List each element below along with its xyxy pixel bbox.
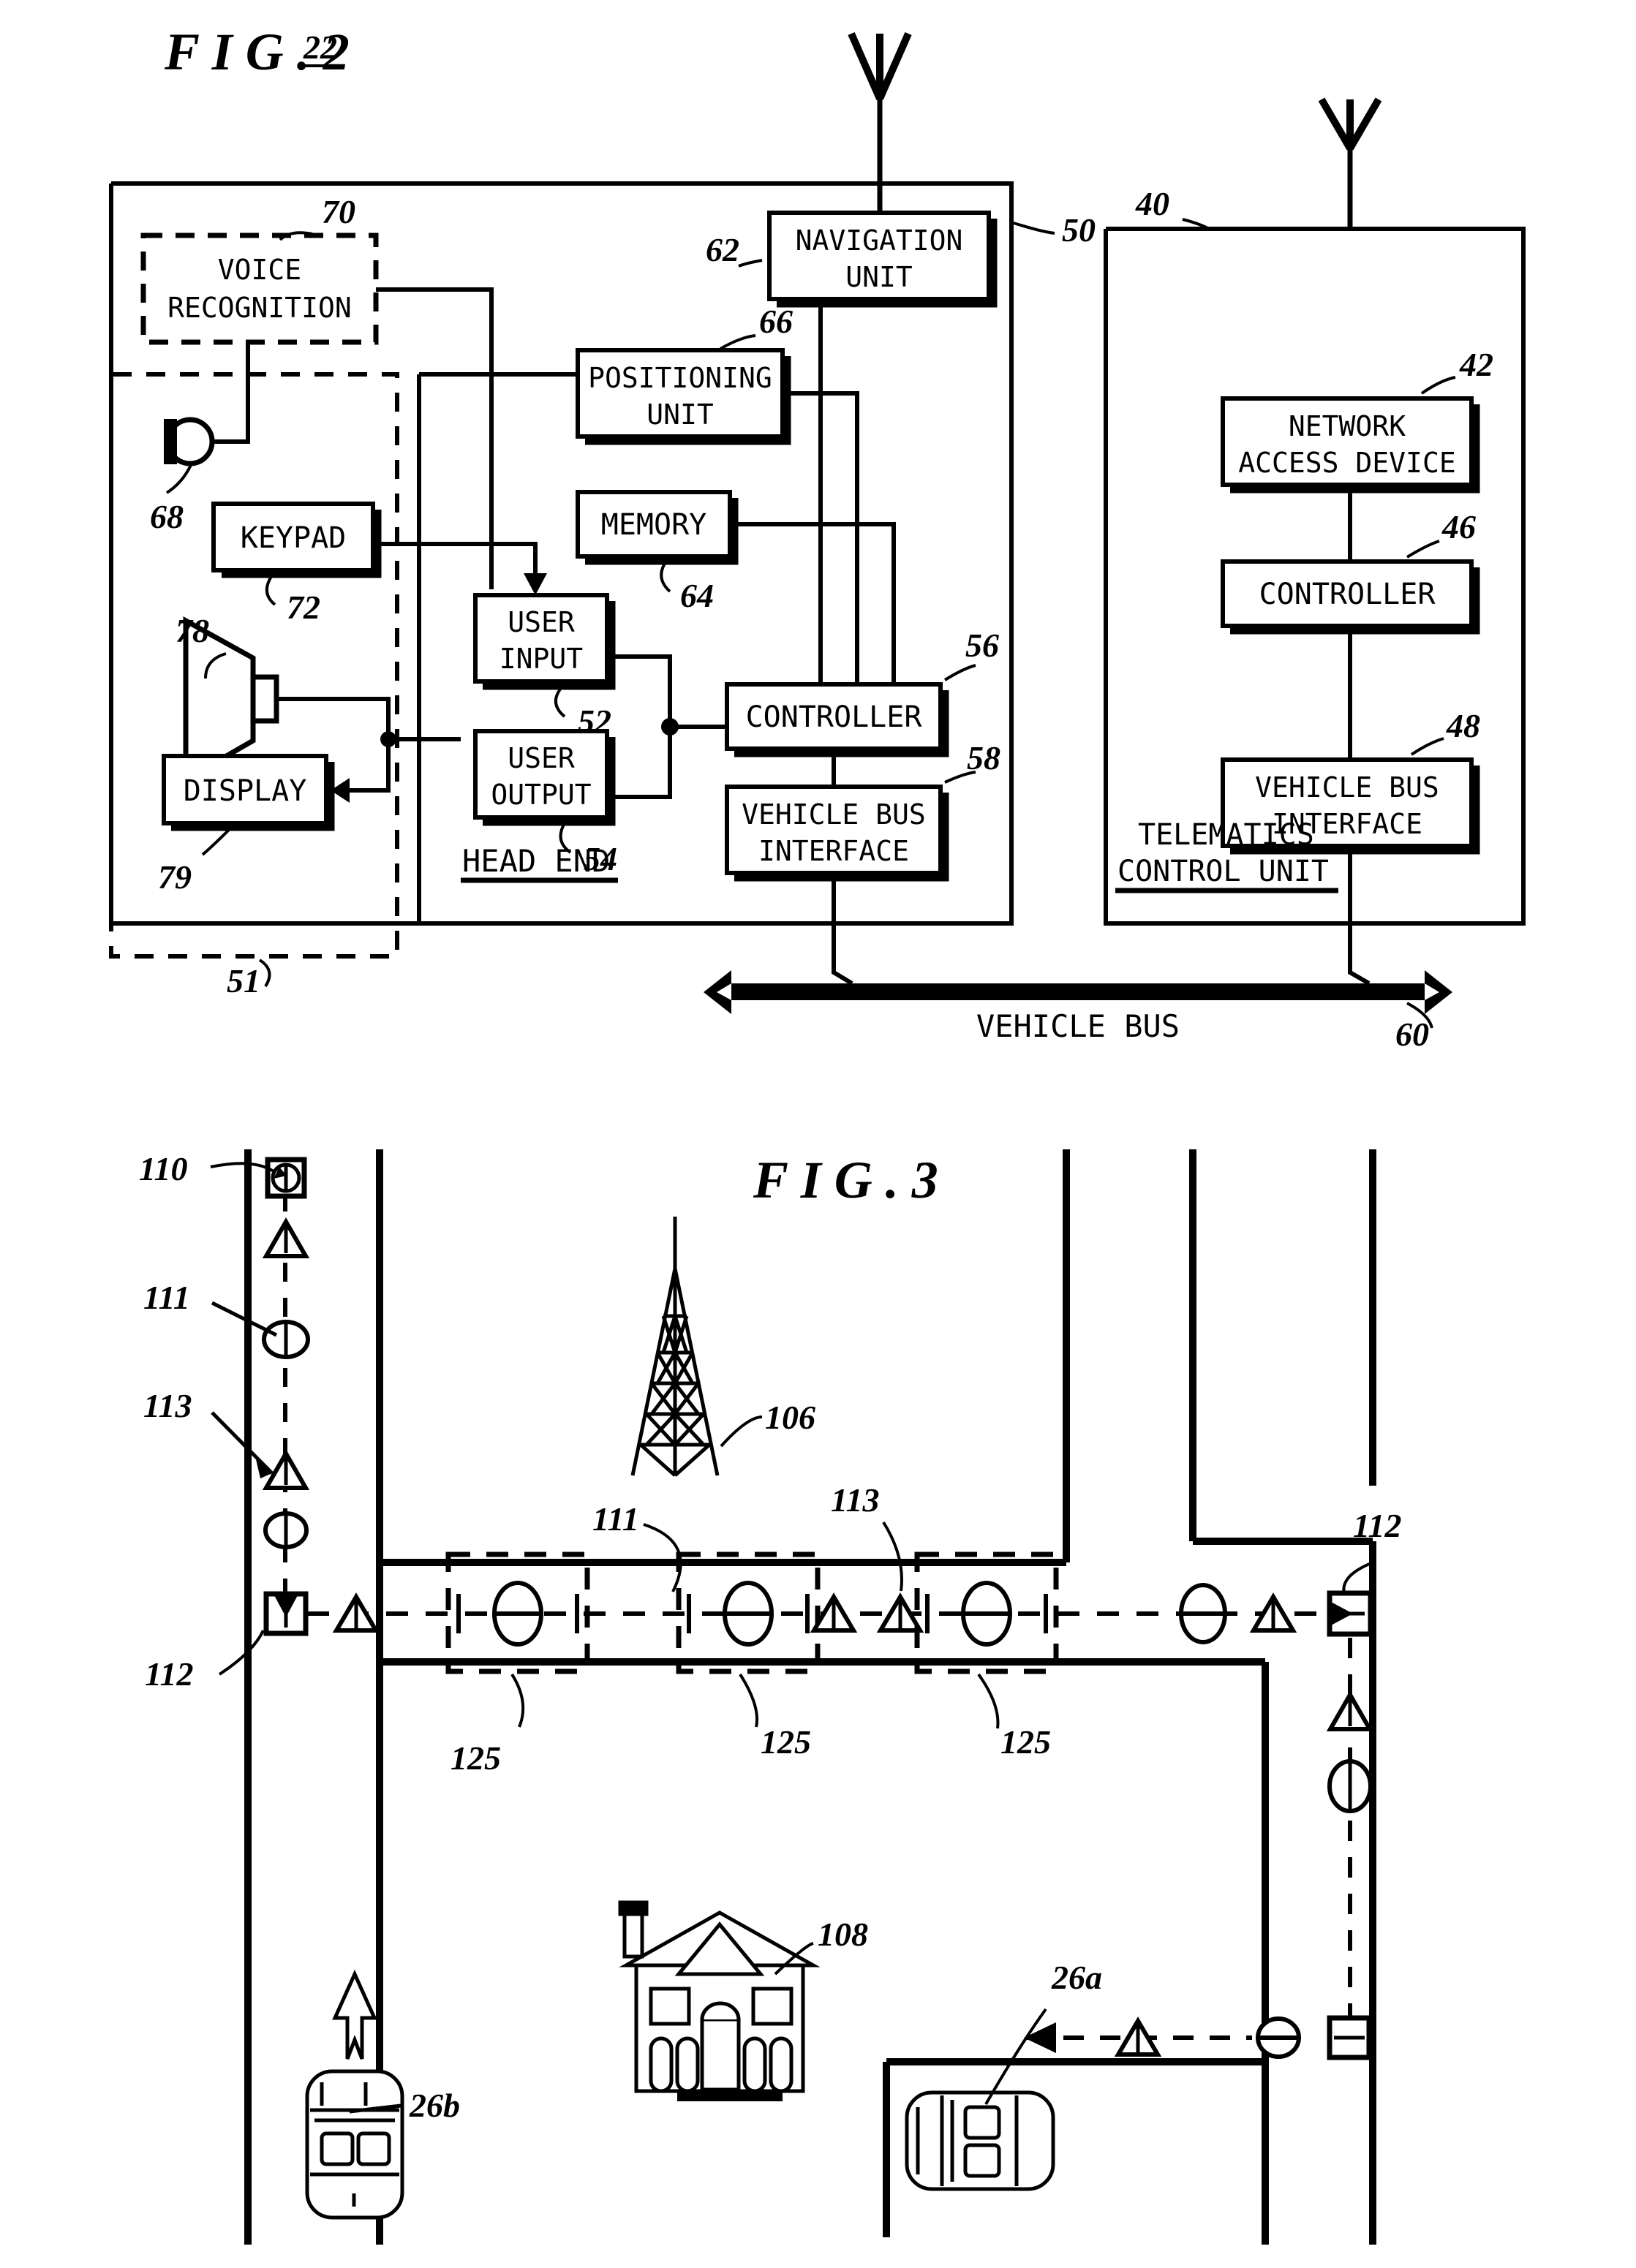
display-block: DISPLAY: [162, 754, 335, 831]
user-input-label-line1: USER: [508, 606, 575, 638]
ref-79: 79: [158, 858, 192, 896]
ref-125-a: 125: [451, 1739, 501, 1777]
tcu-label-line2: CONTROL UNIT: [1117, 855, 1329, 888]
patent-drawing-sheet: F I G . 2 22 50 VOICE RECOGNITION 70 51 …: [0, 0, 1636, 2268]
ref-113-vertical: 113: [143, 1387, 192, 1424]
memory-block: MEMORY: [576, 490, 739, 565]
keypad-block: KEYPAD: [211, 502, 382, 578]
ref-106: 106: [765, 1399, 815, 1436]
ref-68: 68: [150, 498, 184, 535]
io-junction-dot: [661, 718, 679, 736]
car-26b-icon: [305, 2069, 404, 2220]
user-input-label-line2: INPUT: [500, 643, 583, 675]
ref-26b: 26b: [409, 2087, 460, 2124]
figure3-title: F I G . 3: [753, 1151, 938, 1209]
nad-label-line1: NETWORK: [1289, 410, 1406, 442]
ref-111-horizontal: 111: [592, 1500, 639, 1538]
nad-label-line2: ACCESS DEVICE: [1238, 447, 1455, 479]
voice-recognition-label-line2: RECOGNITION: [167, 292, 352, 324]
head-end-controller-block: CONTROLLER: [725, 682, 949, 757]
display-label: DISPLAY: [184, 774, 307, 808]
end-marker-bottom-right: [1327, 2015, 1372, 2060]
head-end-controller-label: CONTROLLER: [746, 700, 923, 734]
head-end-vbi-label-line2: INTERFACE: [758, 835, 909, 867]
head-end-vbi-block: VEHICLE BUS INTERFACE: [725, 785, 949, 882]
ref-66: 66: [759, 303, 793, 340]
destination-marker-112-right: [1327, 1590, 1373, 1637]
user-output-block: USER OUTPUT: [473, 729, 616, 826]
ref-42: 42: [1459, 346, 1493, 383]
user-input-block: USER INPUT: [473, 593, 616, 690]
ref-113-horizontal: 113: [831, 1481, 879, 1519]
user-output-label-line2: OUTPUT: [491, 779, 591, 811]
ref-58: 58: [967, 739, 1000, 776]
ref-78: 78: [176, 612, 209, 649]
ref-70: 70: [322, 193, 355, 230]
destination-marker-112-left: [263, 1591, 309, 1636]
ref-125-b: 125: [761, 1723, 811, 1761]
voice-recognition-label-line1: VOICE: [218, 254, 301, 286]
memory-label: MEMORY: [601, 508, 707, 542]
ref-40: 40: [1135, 185, 1169, 222]
navigation-unit-label-line1: NAVIGATION: [796, 224, 963, 257]
car-26a-icon: [905, 2090, 1055, 2191]
wire-junction-dot: [380, 731, 396, 747]
tcu-vbi-label-line1: VEHICLE BUS: [1255, 771, 1439, 804]
tcu-controller-label: CONTROLLER: [1259, 578, 1436, 611]
drawing-canvas: F I G . 2 22 50 VOICE RECOGNITION 70 51 …: [0, 0, 1636, 2268]
positioning-unit-label-line1: POSITIONING: [588, 362, 772, 394]
route-circle-marker-lower: [263, 1511, 309, 1549]
tcu-controller-block: CONTROLLER: [1221, 559, 1480, 635]
r-circle-2: [1256, 2016, 1301, 2059]
ref-108: 108: [818, 1916, 868, 1953]
head-end-vbi-label-line1: VEHICLE BUS: [742, 798, 926, 831]
figure2-system-ref: 22: [303, 29, 337, 66]
ref-112-right: 112: [1353, 1507, 1401, 1544]
user-output-label-line1: USER: [508, 742, 575, 774]
ref-54: 54: [584, 840, 617, 877]
ref-48: 48: [1446, 707, 1480, 744]
h-circle-right: [1179, 1583, 1227, 1644]
start-marker-110: [265, 1157, 307, 1199]
ref-64: 64: [680, 577, 714, 614]
ref-112-left: 112: [145, 1655, 193, 1693]
ref-72: 72: [287, 589, 320, 626]
r-circle-1: [1327, 1759, 1373, 1813]
ref-111-vertical: 111: [143, 1279, 190, 1316]
ref-62: 62: [706, 231, 739, 268]
route-circle-marker-111: [262, 1320, 310, 1359]
network-access-device-block: NETWORK ACCESS DEVICE: [1221, 396, 1480, 494]
ref-26a: 26a: [1051, 1959, 1102, 1996]
positioning-unit-label-line2: UNIT: [647, 398, 714, 431]
ref-60: 60: [1395, 1016, 1429, 1053]
navigation-unit-label-line2: UNIT: [845, 261, 913, 293]
keypad-label: KEYPAD: [241, 521, 347, 555]
ref-56: 56: [965, 627, 999, 664]
ref-110: 110: [139, 1150, 187, 1187]
ref-46: 46: [1441, 508, 1476, 545]
ref-50: 50: [1062, 211, 1096, 249]
tcu-label-line1: TELEMATICS: [1138, 818, 1314, 852]
ref-125-c: 125: [1000, 1723, 1051, 1761]
vehicle-bus-label: VEHICLE BUS: [976, 1008, 1180, 1044]
ref-51: 51: [227, 962, 260, 999]
navigation-unit-block: NAVIGATION UNIT: [767, 211, 998, 308]
positioning-unit-block: POSITIONING UNIT: [576, 348, 791, 445]
